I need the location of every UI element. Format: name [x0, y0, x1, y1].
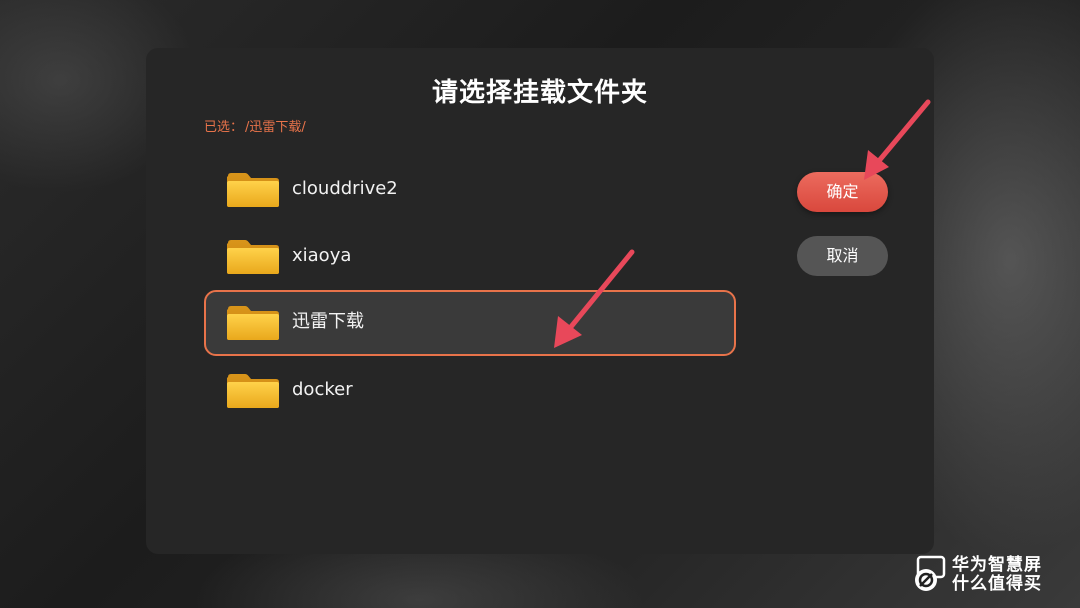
folder-item-xiaoya[interactable]: xiaoya: [204, 224, 736, 288]
watermark-line-1: 华为智慧屏: [952, 555, 1042, 575]
folder-icon: [226, 305, 280, 341]
selected-path: 已选：/迅雷下载/: [204, 116, 306, 135]
folder-item-xunlei-download[interactable]: 迅雷下载: [204, 290, 736, 356]
folder-name: 迅雷下载: [292, 311, 364, 332]
folder-name: clouddrive2: [292, 178, 398, 199]
folder-icon: [226, 172, 280, 208]
watermark-text: 华为智慧屏 什么值得买: [952, 556, 1042, 594]
folder-name: docker: [292, 379, 353, 400]
selected-path-value: /迅雷下载/: [245, 120, 306, 135]
confirm-button[interactable]: 确定: [797, 172, 888, 212]
folder-icon: [226, 373, 280, 409]
watermark-logo-icon: [915, 555, 946, 591]
watermark-line-2: 什么值得买: [952, 574, 1042, 594]
folder-icon: [226, 239, 280, 275]
selected-path-label: 已选：: [204, 120, 244, 135]
cancel-button[interactable]: 取消: [797, 236, 888, 276]
folder-name: xiaoya: [292, 245, 352, 266]
watermark: 华为智慧屏 什么值得买: [910, 552, 1070, 598]
folder-item-docker[interactable]: docker: [204, 358, 736, 422]
dialog-title: 请选择挂载文件夹: [431, 78, 648, 108]
folder-item-clouddrive2[interactable]: clouddrive2: [204, 157, 736, 221]
